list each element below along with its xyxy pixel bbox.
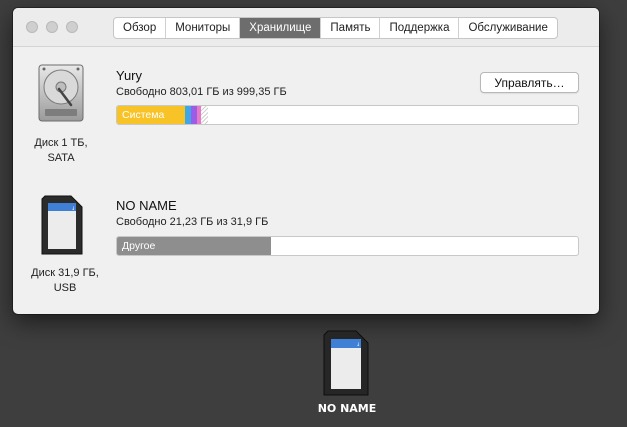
tab-support[interactable]: Поддержка: [380, 18, 460, 38]
sd-card-icon: ↓: [41, 195, 83, 255]
zoom-button[interactable]: [66, 21, 78, 33]
svg-text:↓: ↓: [356, 342, 360, 348]
svg-text:↓: ↓: [71, 206, 75, 212]
tab-storage[interactable]: Хранилище: [240, 18, 322, 38]
sd-card-icon[interactable]: ↓: [323, 330, 369, 396]
storage-segment: Другое: [117, 237, 271, 255]
device-caption: Диск 1 ТБ, SATA: [34, 137, 88, 164]
volume-name: Yury: [116, 68, 143, 83]
volume-free-space: Свободно 21,23 ГБ из 31,9 ГБ: [116, 216, 269, 228]
tab-service[interactable]: Обслуживание: [459, 18, 556, 38]
device-caption: Диск 31,9 ГБ, USB: [31, 267, 99, 294]
desktop-icon-label[interactable]: NO NAME: [300, 402, 394, 415]
close-button[interactable]: [26, 21, 38, 33]
tab-bar: Обзор Мониторы Хранилище Память Поддержк…: [113, 17, 558, 39]
storage-segment: [201, 106, 208, 124]
volume-name: NO NAME: [116, 198, 177, 213]
storage-segment-label: Система: [122, 109, 165, 121]
hard-drive-icon: [38, 64, 84, 122]
about-this-mac-window: Обзор Мониторы Хранилище Память Поддержк…: [13, 8, 599, 314]
manage-button[interactable]: Управлять…: [480, 72, 579, 93]
tab-overview[interactable]: Обзор: [114, 18, 167, 38]
storage-bar: Система: [116, 105, 579, 125]
tab-displays[interactable]: Мониторы: [166, 18, 241, 38]
storage-segment: Система: [117, 106, 185, 124]
storage-bar: Другое: [116, 236, 579, 256]
volume-free-space: Свободно 803,01 ГБ из 999,35 ГБ: [116, 86, 287, 98]
titlebar: Обзор Мониторы Хранилище Память Поддержк…: [13, 8, 599, 47]
storage-segment-label: Другое: [122, 240, 156, 252]
minimize-button[interactable]: [46, 21, 58, 33]
tab-memory[interactable]: Память: [321, 18, 381, 38]
